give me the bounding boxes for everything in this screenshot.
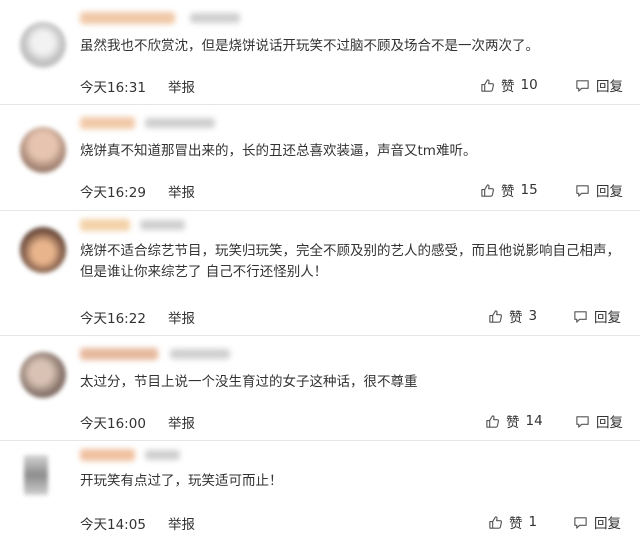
comment-list: 虽然我也不欣赏沈，但是烧饼说话开玩笑不过脑不顾及场合不是一次两次了。 今天16:… (0, 0, 640, 533)
like-label: 赞 (501, 184, 515, 200)
report-button[interactable]: 举报 (168, 513, 195, 533)
username-blurred[interactable] (80, 117, 135, 129)
user-tag-blurred (140, 220, 185, 230)
user-tag-blurred (145, 450, 180, 460)
comment-text: 烧饼真不知道那冒出来的，长的丑还总喜欢装逼，声音又tm难听。 (80, 143, 477, 159)
like-label: 赞 (501, 79, 515, 95)
like-count: 10 (520, 77, 538, 93)
like-count: 15 (520, 182, 538, 198)
like-button[interactable]: 赞 14 (485, 411, 543, 431)
speech-bubble-icon (573, 515, 588, 530)
comment-text: 开玩笑有点过了，玩笑适可而止！ (80, 473, 283, 489)
user-tag-blurred (145, 118, 215, 128)
comment-time: 今天16:22 (80, 311, 146, 327)
reply-label: 回复 (596, 184, 623, 200)
avatar[interactable] (20, 22, 66, 68)
reply-button[interactable]: 回复 (573, 512, 621, 532)
report-button[interactable]: 举报 (168, 76, 195, 96)
reply-button[interactable]: 回复 (575, 75, 623, 95)
reply-label: 回复 (594, 310, 621, 326)
username-blurred[interactable] (80, 449, 135, 461)
like-button[interactable]: 赞 3 (488, 306, 537, 326)
username-blurred[interactable] (80, 348, 158, 360)
like-label: 赞 (509, 516, 523, 532)
like-count: 3 (528, 308, 538, 324)
like-button[interactable]: 赞 15 (480, 180, 538, 200)
like-count: 1 (528, 514, 538, 530)
comment-item: 虽然我也不欣赏沈，但是烧饼说话开玩笑不过脑不顾及场合不是一次两次了。 今天16:… (0, 0, 640, 104)
comment-time: 今天16:31 (80, 80, 146, 96)
thumbs-up-icon (488, 309, 503, 324)
user-tag-blurred (170, 349, 230, 359)
like-count: 14 (525, 413, 543, 429)
speech-bubble-icon (575, 78, 590, 93)
comment-item: 烧饼不适合综艺节目，玩笑归玩笑，完全不顾及别的艺人的感受，而且他说影响自己相声，… (0, 211, 640, 335)
reply-label: 回复 (596, 79, 623, 95)
thumbs-up-icon (488, 515, 503, 530)
thumbs-up-icon (480, 78, 495, 93)
comment-time: 今天16:00 (80, 416, 146, 432)
speech-bubble-icon (575, 414, 590, 429)
avatar[interactable] (20, 227, 66, 273)
avatar[interactable] (24, 455, 48, 495)
avatar[interactable] (20, 352, 66, 398)
comment-text: 太过分，节目上说一个没生育过的女子这种话，很不尊重 (80, 374, 418, 390)
like-button[interactable]: 赞 10 (480, 75, 538, 95)
comment-text: 烧饼不适合综艺节目，玩笑归玩笑，完全不顾及别的艺人的感受，而且他说影响自己相声，… (80, 243, 620, 280)
like-label: 赞 (506, 415, 520, 431)
reply-button[interactable]: 回复 (575, 411, 623, 431)
report-button[interactable]: 举报 (168, 307, 195, 327)
user-tag-blurred (190, 13, 240, 23)
speech-bubble-icon (573, 309, 588, 324)
comment-item: 烧饼真不知道那冒出来的，长的丑还总喜欢装逼，声音又tm难听。 今天16:29 举… (0, 105, 640, 210)
username-blurred[interactable] (80, 219, 130, 231)
comment-time: 今天14:05 (80, 517, 146, 533)
username-blurred[interactable] (80, 12, 175, 24)
report-button[interactable]: 举报 (168, 412, 195, 432)
like-button[interactable]: 赞 1 (488, 512, 537, 532)
comment-text: 虽然我也不欣赏沈，但是烧饼说话开玩笑不过脑不顾及场合不是一次两次了。 (80, 38, 539, 54)
comment-item: 开玩笑有点过了，玩笑适可而止！ 今天14:05 举报 赞 1 回复 (0, 441, 640, 533)
avatar[interactable] (20, 127, 66, 173)
report-button[interactable]: 举报 (168, 181, 195, 201)
thumbs-up-icon (485, 414, 500, 429)
reply-button[interactable]: 回复 (573, 306, 621, 326)
comment-item: 太过分，节目上说一个没生育过的女子这种话，很不尊重 今天16:00 举报 赞 1… (0, 336, 640, 440)
reply-label: 回复 (596, 415, 623, 431)
speech-bubble-icon (575, 183, 590, 198)
reply-label: 回复 (594, 516, 621, 532)
comment-time: 今天16:29 (80, 185, 146, 201)
thumbs-up-icon (480, 183, 495, 198)
like-label: 赞 (509, 310, 523, 326)
reply-button[interactable]: 回复 (575, 180, 623, 200)
